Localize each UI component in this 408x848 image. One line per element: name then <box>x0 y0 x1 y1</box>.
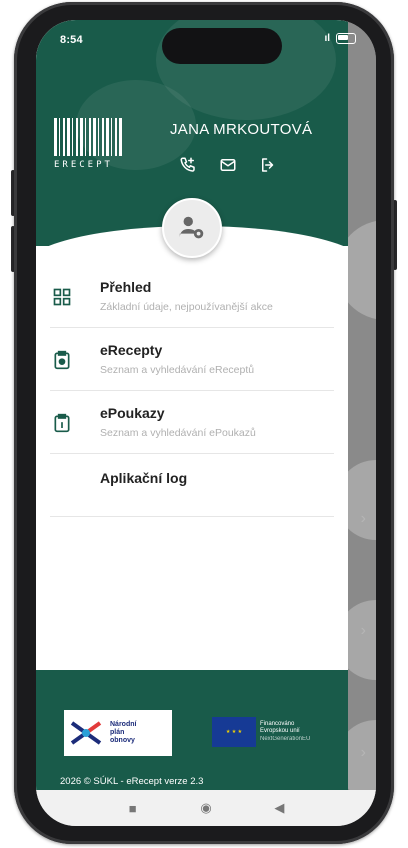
header-actions <box>178 155 278 175</box>
drawer-footer: Národní plán obnovy ★ ★ ★ Financováno Ev… <box>36 670 348 790</box>
dashboard-icon <box>52 287 72 307</box>
voucher-icon <box>52 413 72 433</box>
eu-text: Financováno Evropskou unií NextGeneratio… <box>260 721 310 744</box>
prescription-icon <box>52 350 72 370</box>
logo-text: ERECEPT <box>54 160 113 170</box>
menu-item-aplikacni-log[interactable]: Aplikační log <box>50 454 334 517</box>
system-nav-bar: ■ ◉ ◀ <box>36 790 376 826</box>
erecept-logo: ERECEPT <box>54 118 124 170</box>
version-text: 2026 © SÚKL - eRecept verze 2.3 <box>60 776 204 787</box>
user-settings-icon <box>179 216 204 239</box>
npo-text: Národní plán obnovy <box>110 721 136 745</box>
signal-icon: ıl <box>324 33 330 44</box>
npo-text-line: obnovy <box>110 737 135 744</box>
menu-item-title: eRecepty <box>100 342 163 358</box>
navigation-drawer: ERECEPT JANA MRKOUTOVÁ Přehled Základní … <box>36 20 348 790</box>
npo-mark-icon <box>68 715 104 751</box>
menu-item-subtitle: Základní údaje, nejpoužívanější akce <box>100 301 273 313</box>
menu-item-title: Aplikační log <box>100 470 188 486</box>
eu-flag-icon: ★ ★ ★ <box>212 717 256 747</box>
user-name: JANA MRKOUTOVÁ <box>170 121 313 138</box>
menu-item-subtitle: Seznam a vyhledávání eReceptů <box>100 364 255 376</box>
screen: › › › 8:54 ıl ERECEPT JANA MRKOUTOVÁ Pře… <box>36 20 376 826</box>
home-icon[interactable]: ◉ <box>194 800 218 816</box>
npo-text-line: Národní <box>110 721 137 728</box>
mail-icon[interactable] <box>218 155 238 175</box>
back-icon[interactable]: ◀ <box>267 800 291 816</box>
menu-item-title: Přehled <box>100 279 152 295</box>
avatar[interactable] <box>162 198 222 258</box>
battery-icon <box>336 33 356 44</box>
logout-icon[interactable] <box>258 155 278 175</box>
menu-item-prehled[interactable]: Přehled Základní údaje, nejpoužívanější … <box>50 265 334 328</box>
menu-item-subtitle: Seznam a vyhledávání ePoukazů <box>100 427 256 439</box>
eu-text-line: Financováno <box>260 720 295 727</box>
menu-item-title: ePoukazy <box>100 405 165 421</box>
status-time: 8:54 <box>60 34 83 46</box>
eu-text-line: NextGenerationEU <box>260 735 311 742</box>
chevron-right-icon: › <box>360 510 366 527</box>
menu-item-erecepty[interactable]: eRecepty Seznam a vyhledávání eReceptů <box>50 328 334 391</box>
chevron-right-icon: › <box>360 744 366 761</box>
eu-text-line: Evropskou unií <box>260 728 300 735</box>
dynamic-island <box>162 28 282 64</box>
chevron-right-icon: › <box>360 622 366 639</box>
recents-icon[interactable]: ■ <box>121 801 145 816</box>
npo-text-line: plán <box>110 729 125 736</box>
status-icons: ıl <box>324 33 356 44</box>
phone-icon[interactable] <box>178 155 198 175</box>
drawer-menu: Přehled Základní údaje, nejpoužívanější … <box>36 265 348 517</box>
menu-item-epoukazy[interactable]: ePoukazy Seznam a vyhledávání ePoukazů <box>50 391 334 454</box>
eu-logo: ★ ★ ★ Financováno Evropskou unií NextGen… <box>212 714 324 750</box>
npo-logo: Národní plán obnovy <box>64 710 172 756</box>
barcode-icon <box>54 118 124 156</box>
